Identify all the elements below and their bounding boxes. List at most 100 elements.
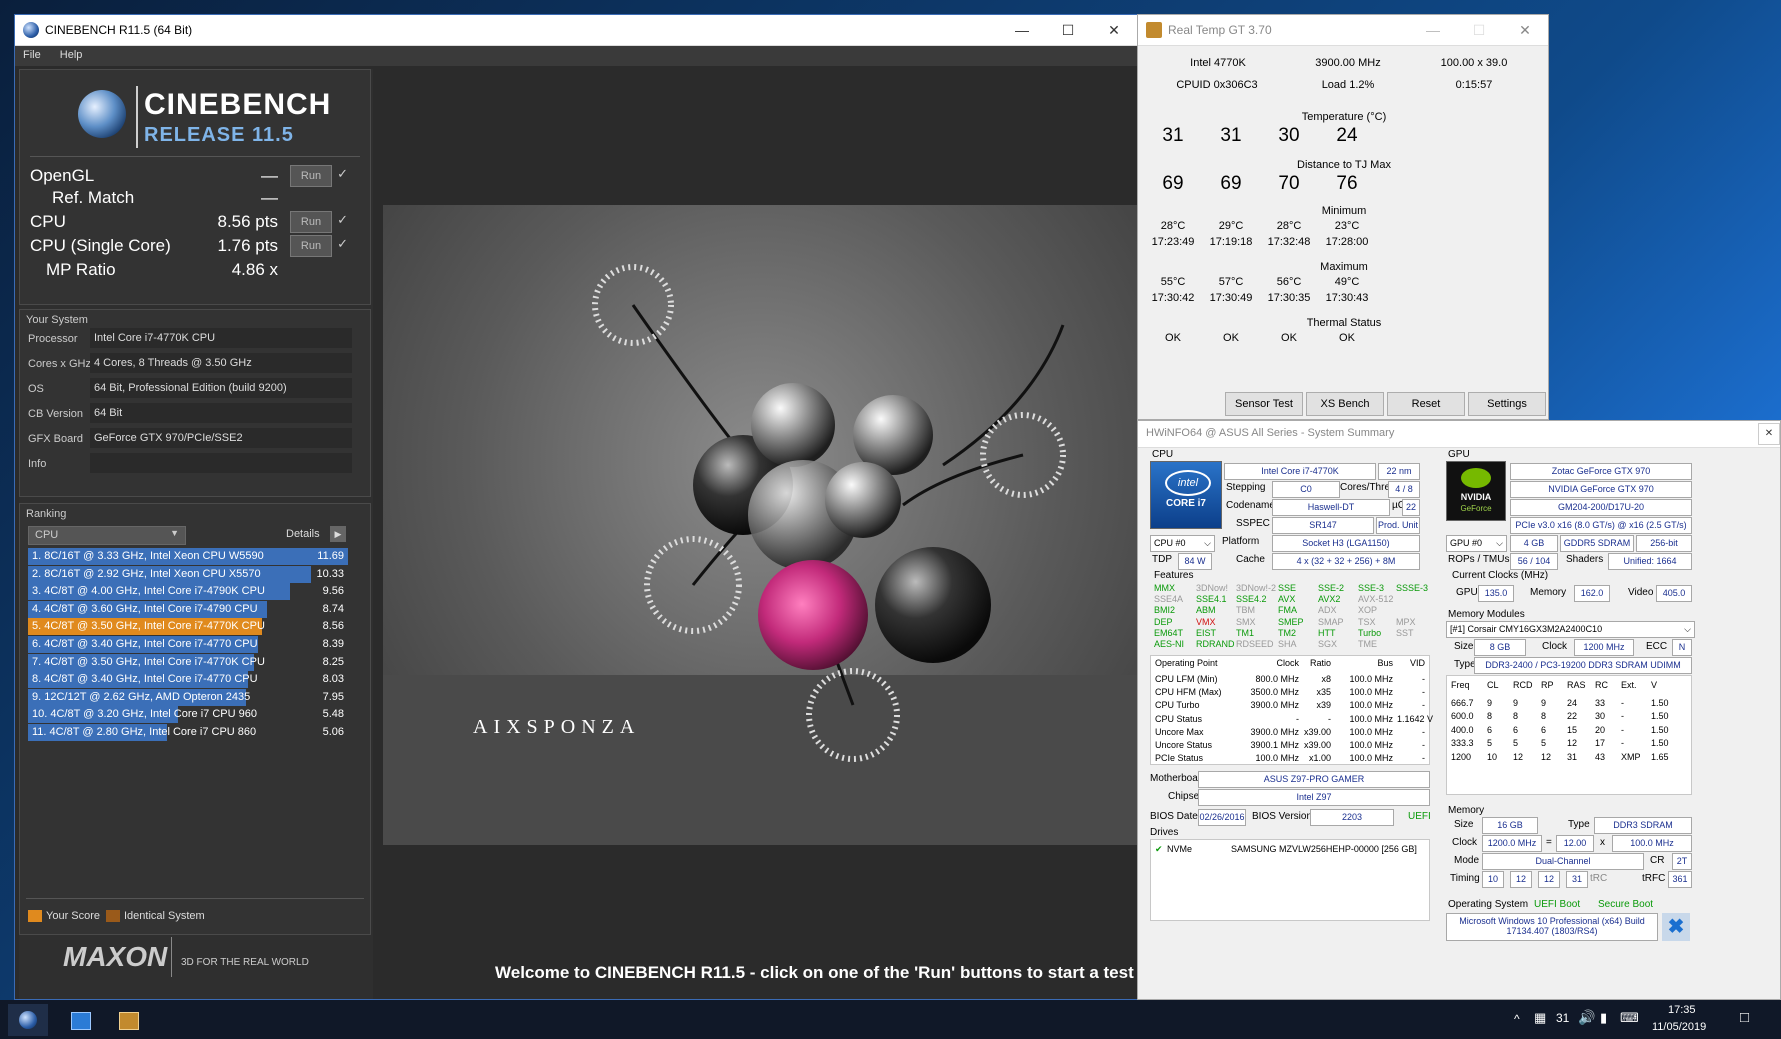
ranking-row[interactable]: 9. 12C/12T @ 2.62 GHz, AMD Opteron 2435 7… <box>28 688 348 706</box>
menu-help[interactable]: Help <box>52 46 91 64</box>
timing-cell: 12 <box>1567 738 1578 749</box>
test-label-cpu-single-core: CPU (Single Core) <box>30 236 171 255</box>
test-label-cpu: CPU <box>30 212 66 231</box>
ranking-row[interactable]: 3. 4C/8T @ 4.00 GHz, Intel Core i7-4790K… <box>28 583 348 601</box>
keyboard-icon[interactable]: ⌨ <box>1620 1010 1639 1026</box>
reset-button[interactable]: Reset <box>1387 392 1465 416</box>
battery-icon[interactable]: ▮ <box>1600 1010 1607 1026</box>
m-clock-label: Clock <box>1452 837 1478 848</box>
rt-minimize-button[interactable]: — <box>1410 15 1456 45</box>
timing-cell: 6 <box>1541 724 1547 735</box>
realtemp-taskbar-icon[interactable] <box>108 1004 148 1036</box>
system-value: GeForce GTX 970/PCIe/SSE2 <box>90 428 352 448</box>
ranking-label: 2. 8C/16T @ 2.92 GHz, Intel Xeon CPU X55… <box>32 567 261 580</box>
network-icon[interactable]: ▦ <box>1534 1010 1546 1026</box>
cpu-feature: SMEP <box>1278 616 1304 627</box>
drive-name[interactable]: SAMSUNG MZVLW256HEHP-00000 [256 GB] <box>1231 844 1417 854</box>
gpu-memory-type: GDDR5 SDRAM <box>1560 535 1634 552</box>
cpu-feature: HTT <box>1318 627 1336 638</box>
timing-cell: 600.0 <box>1451 711 1474 722</box>
system-row: CB Version 64 Bit <box>26 403 356 425</box>
check-icon-cpu-single-core[interactable]: ✓ <box>337 236 348 252</box>
check-icon-opengl[interactable]: ✓ <box>337 166 348 182</box>
m-trfc-label: tRFC <box>1642 873 1666 884</box>
prod-unit: Prod. Unit <box>1376 517 1420 534</box>
thermal-status: OK <box>1223 332 1239 344</box>
bios-date-value: 02/26/2016 <box>1198 809 1246 826</box>
cpu-select-dropdown[interactable]: CPU #0 ⌵ <box>1150 535 1215 552</box>
maxon-tagline: 3D FOR THE REAL WORLD <box>181 957 309 968</box>
xs-bench-button[interactable]: XS Bench <box>1306 392 1384 416</box>
realtemp-titlebar[interactable]: Real Temp GT 3.70 — ☐ ✕ <box>1138 15 1548 46</box>
test-row-mp-ratio: MP Ratio 4.86 x <box>30 258 350 282</box>
realtemp-title: Real Temp GT 3.70 <box>1168 23 1272 37</box>
test-row-cpu: CPU 8.56 pts Run ✓ <box>30 210 350 234</box>
timing-cell: 9 <box>1487 698 1493 708</box>
maxon-logo: MAXON <box>63 941 168 972</box>
details-label[interactable]: Details <box>286 528 320 540</box>
ranking-row[interactable]: 7. 4C/8T @ 3.50 GHz, Intel Core i7-4770K… <box>28 653 348 671</box>
chevron-down-icon: ⌵ <box>1684 624 1691 634</box>
timing-cell: 1.50 <box>1651 698 1669 708</box>
run-button-cpu[interactable]: Run <box>290 211 332 233</box>
system-row: Cores x GHz 4 Cores, 8 Threads @ 3.50 GHz <box>26 353 356 375</box>
maximize-button[interactable]: ☐ <box>1045 15 1091 45</box>
clock-time[interactable]: 17:35 <box>1668 1004 1696 1016</box>
ranking-row[interactable]: 6. 4C/8T @ 3.40 GHz, Intel Core i7-4770 … <box>28 636 348 653</box>
clock-date[interactable]: 11/05/2019 <box>1652 1021 1706 1033</box>
cpu-feature: SSE-3 <box>1358 583 1385 593</box>
drive-type: NVMe <box>1167 844 1193 854</box>
run-button-cpu-single-core[interactable]: Run <box>290 235 332 257</box>
rt-close-button[interactable]: ✕ <box>1502 15 1548 45</box>
ranking-row[interactable]: 4. 4C/8T @ 3.60 GHz, Intel Core i7-4790 … <box>28 600 348 618</box>
m-eq: = <box>1546 837 1552 848</box>
settings-button[interactable]: Settings <box>1468 392 1546 416</box>
memory-module-dropdown[interactable]: [#1] Corsair CMY16GX3M2A2400C10 ⌵ <box>1446 621 1695 638</box>
close-summary-icon[interactable]: ✖ <box>1662 913 1690 941</box>
ranking-row[interactable]: 5. 4C/8T @ 3.50 GHz, Intel Core i7-4770K… <box>28 618 348 636</box>
system-value: Intel Core i7-4770K CPU <box>90 328 352 348</box>
min-time: 17:28:00 <box>1325 236 1369 248</box>
drives-label: Drives <box>1150 827 1179 838</box>
system-row: Processor Intel Core i7-4770K CPU <box>26 328 356 350</box>
hwinfo-taskbar-icon[interactable] <box>60 1004 100 1036</box>
m-size-value: 16 GB <box>1482 817 1538 834</box>
timing-header: Ext. <box>1621 680 1637 690</box>
check-icon-cpu[interactable]: ✓ <box>337 212 348 228</box>
ranking-dropdown[interactable]: CPU ▼ <box>28 526 186 545</box>
notifications-icon[interactable]: □ <box>1740 1009 1749 1026</box>
hwinfo-titlebar[interactable]: HWiNFO64 @ ASUS All Series - System Summ… <box>1138 421 1780 448</box>
test-value-cpu: 8.56 pts <box>217 212 279 231</box>
cinebench-taskbar-icon[interactable] <box>8 1004 48 1036</box>
tray-count[interactable]: 31 <box>1556 1011 1569 1025</box>
hw-close-button[interactable]: ✕ <box>1758 423 1780 445</box>
system-row: GFX Board GeForce GTX 970/PCIe/SSE2 <box>26 428 356 450</box>
realtemp-window: Real Temp GT 3.70 — ☐ ✕ Intel 4770K 3900… <box>1137 14 1549 420</box>
max-temp: 56°C <box>1276 276 1302 288</box>
tdp-value: 84 W <box>1178 553 1212 570</box>
ranking-row[interactable]: 1. 8C/16T @ 3.33 GHz, Intel Xeon CPU W55… <box>28 548 348 565</box>
cpu-feature: TME <box>1358 639 1377 649</box>
timing-header: Freq <box>1451 680 1470 690</box>
ranking-row[interactable]: 8. 4C/8T @ 3.40 GHz, Intel Core i7-4770 … <box>28 671 348 689</box>
ranking-row[interactable]: 10. 4C/8T @ 3.20 GHz, Intel Core i7 CPU … <box>28 706 348 724</box>
cinebench-titlebar[interactable]: CINEBENCH R11.5 (64 Bit) — ☐ ✕ <box>15 15 1137 46</box>
details-arrow-icon[interactable]: ▶ <box>330 526 346 542</box>
system-key: Info <box>28 458 47 470</box>
bios-version-value: 2203 <box>1310 809 1394 826</box>
ranking-row[interactable]: 2. 8C/16T @ 2.92 GHz, Intel Xeon CPU X55… <box>28 565 348 583</box>
ranking-row[interactable]: 11. 4C/8T @ 2.80 GHz, Intel Core i7 CPU … <box>28 724 348 741</box>
logo-release: RELEASE 11.5 <box>144 124 294 146</box>
run-button-opengl[interactable]: Run <box>290 165 332 187</box>
gpu-select-dropdown[interactable]: GPU #0 ⌵ <box>1446 535 1507 552</box>
op-header: Bus <box>1377 658 1393 668</box>
cpu-feature: ABM <box>1196 605 1216 616</box>
menu-file[interactable]: File <box>15 46 49 64</box>
legend-your-score: Your Score <box>46 910 101 922</box>
sensor-test-button[interactable]: Sensor Test <box>1225 392 1303 416</box>
minimize-button[interactable]: — <box>999 15 1045 45</box>
volume-icon[interactable]: 🔊 <box>1578 1009 1595 1026</box>
chevron-up-icon[interactable]: ^ <box>1514 1012 1520 1026</box>
rt-maximize-button[interactable]: ☐ <box>1456 15 1502 45</box>
close-button[interactable]: ✕ <box>1091 15 1137 45</box>
